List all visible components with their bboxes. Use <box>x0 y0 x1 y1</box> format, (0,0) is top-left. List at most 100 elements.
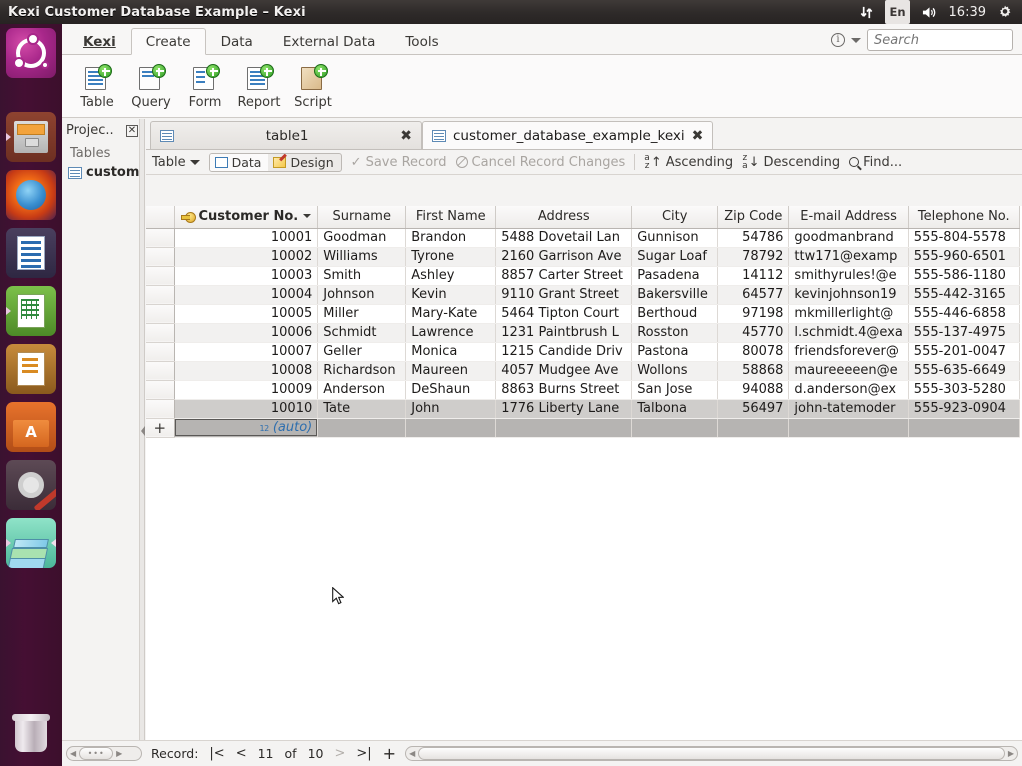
cell-first-name[interactable]: Lawrence <box>405 323 497 343</box>
cell-city[interactable]: Pastona <box>631 342 719 362</box>
find-button[interactable]: Find... <box>849 155 902 170</box>
cell-city[interactable]: Sugar Loaf <box>631 247 719 267</box>
cell-address[interactable]: 8863 Burns Street <box>495 380 633 400</box>
cell-telephone-no[interactable]: 555-586-1180 <box>908 266 1020 286</box>
cell-email-address[interactable]: john-tatemoder <box>788 399 909 419</box>
document-tab-customer-database[interactable]: customer_database_example_kexi ✖ <box>422 121 714 149</box>
cell-first-name[interactable]: Monica <box>405 342 497 362</box>
cell-city[interactable]: San Jose <box>631 380 719 400</box>
splitter-grip-icon[interactable] <box>140 425 145 436</box>
cell-customer-no[interactable]: 10005 <box>174 304 319 324</box>
table-row[interactable]: 10006 Schmidt Lawrence 1231 Paintbrush L Ros… <box>146 323 1020 343</box>
column-header-surname[interactable]: Surname <box>317 206 407 229</box>
cell-surname[interactable]: Johnson <box>317 285 407 305</box>
pane-splitter[interactable] <box>139 119 145 740</box>
cell-city[interactable]: Talbona <box>631 399 719 419</box>
cell-city[interactable]: Gunnison <box>631 228 719 248</box>
gear-icon[interactable] <box>997 0 1013 24</box>
sync-arrows-icon[interactable] <box>859 0 874 24</box>
column-header-zip-code[interactable]: Zip Code <box>717 206 790 229</box>
table-row[interactable]: 10003 Smith Ashley 8857 Carter Street Pasade… <box>146 266 1020 286</box>
row-header[interactable] <box>146 266 175 286</box>
cell-zip-code[interactable]: 14112 <box>717 266 790 286</box>
chevron-down-icon[interactable] <box>189 159 200 165</box>
scroll-right-icon[interactable]: ▶ <box>113 749 125 758</box>
ribbon-tab-tools[interactable]: Tools <box>390 28 453 55</box>
ribbon-tab-kexi[interactable]: Kexi <box>68 28 131 55</box>
cell-zip-code[interactable]: 97198 <box>717 304 790 324</box>
save-record-button[interactable]: ✓ Save Record <box>351 155 447 170</box>
document-tab-table1[interactable]: table1 ✖ <box>150 121 422 149</box>
cell-surname[interactable]: Smith <box>317 266 407 286</box>
launcher-ubuntu-dash-icon[interactable] <box>6 28 56 78</box>
new-script-button[interactable]: Script <box>288 62 338 110</box>
cell-customer-no-new[interactable]: 12 (auto) <box>174 418 319 438</box>
row-header[interactable] <box>146 342 175 362</box>
search-input[interactable] <box>867 29 1013 51</box>
cell-address[interactable]: 5464 Tipton Court <box>495 304 633 324</box>
row-header[interactable] <box>146 228 175 248</box>
table-row[interactable]: 10008 Richardson Maureen 4057 Mudgee Ave Wol… <box>146 361 1020 381</box>
grid-hscrollbar[interactable]: ◀ ▶ <box>405 746 1018 761</box>
chevron-down-icon[interactable] <box>851 37 861 43</box>
cell-address[interactable]: 1215 Candide Driv <box>495 342 633 362</box>
cell-customer-no[interactable]: 10003 <box>174 266 319 286</box>
cell-zip-code[interactable]: 94088 <box>717 380 790 400</box>
scroll-thumb[interactable] <box>418 747 1005 760</box>
cell-city[interactable]: Wollons <box>631 361 719 381</box>
cell-surname[interactable]: Richardson <box>317 361 407 381</box>
row-header[interactable] <box>146 323 175 343</box>
launcher-files-icon[interactable] <box>6 112 56 162</box>
cell-address[interactable]: 2160 Garrison Ave <box>495 247 633 267</box>
cell-customer-no[interactable]: 10007 <box>174 342 319 362</box>
cell-email-address[interactable]: maureeeeen@e <box>788 361 909 381</box>
cell-email-address[interactable]: l.schmidt.4@exa <box>788 323 909 343</box>
row-header[interactable] <box>146 380 175 400</box>
project-pane-hscrollbar[interactable]: ◀ ••• ▶ <box>66 746 142 761</box>
info-icon[interactable]: i <box>831 33 845 47</box>
cell-email-address[interactable]: mkmillerlight@ <box>788 304 909 324</box>
cell-telephone-no[interactable]: 555-923-0904 <box>908 399 1020 419</box>
cell-zip-code[interactable]: 64577 <box>717 285 790 305</box>
cell-address[interactable]: 1231 Paintbrush L <box>495 323 633 343</box>
cell-surname-new[interactable] <box>317 418 407 438</box>
table-row[interactable]: 10002 Williams Tyrone 2160 Garrison Ave Suga… <box>146 247 1020 267</box>
cell-first-name[interactable]: Kevin <box>405 285 497 305</box>
clock[interactable]: 16:39 <box>949 0 986 24</box>
sort-descending-button[interactable]: za Descending <box>742 154 840 171</box>
cell-telephone-no[interactable]: 555-446-6858 <box>908 304 1020 324</box>
table-row[interactable]: 10001 Goodman Brandon 5488 Dovetail Lan Gunn… <box>146 228 1020 248</box>
project-item-customer[interactable]: custom <box>62 163 142 182</box>
launcher-libreoffice-writer-icon[interactable] <box>6 228 56 278</box>
cell-email-address-new[interactable] <box>788 418 909 438</box>
cell-address-new[interactable] <box>495 418 633 438</box>
cell-first-name[interactable]: Maureen <box>405 361 497 381</box>
launcher-libreoffice-calc-icon[interactable] <box>6 286 56 336</box>
cell-first-name[interactable]: Tyrone <box>405 247 497 267</box>
cell-telephone-no[interactable]: 555-635-6649 <box>908 361 1020 381</box>
view-mode-dropdown[interactable]: Table <box>152 155 200 170</box>
new-record-indicator[interactable]: + <box>146 418 175 438</box>
scroll-left-icon[interactable]: ◀ <box>406 749 418 758</box>
ribbon-tab-data[interactable]: Data <box>206 28 268 55</box>
cell-address[interactable]: 1776 Liberty Lane <box>495 399 633 419</box>
ribbon-tab-external-data[interactable]: External Data <box>268 28 391 55</box>
close-icon[interactable]: ✕ <box>126 124 138 137</box>
cell-address[interactable]: 4057 Mudgee Ave <box>495 361 633 381</box>
cell-telephone-no[interactable]: 555-442-3165 <box>908 285 1020 305</box>
cell-email-address[interactable]: kevinjohnson19 <box>788 285 909 305</box>
cell-customer-no[interactable]: 10001 <box>174 228 319 248</box>
launcher-firefox-icon[interactable] <box>6 170 56 220</box>
cell-email-address[interactable]: goodmanbrand <box>788 228 909 248</box>
cell-address[interactable]: 9110 Grant Street <box>495 285 633 305</box>
cell-surname[interactable]: Tate <box>317 399 407 419</box>
last-record-button[interactable]: >| <box>356 746 371 761</box>
cell-email-address[interactable]: ttw171@examp <box>788 247 909 267</box>
cell-city-new[interactable] <box>631 418 719 438</box>
new-report-button[interactable]: Report <box>234 62 284 110</box>
ribbon-tab-create[interactable]: Create <box>130 28 206 55</box>
row-header[interactable] <box>146 399 175 419</box>
column-header-city[interactable]: City <box>631 206 719 229</box>
add-record-button[interactable]: + <box>383 744 396 763</box>
column-header-telephone-no[interactable]: Telephone No. <box>908 206 1020 229</box>
